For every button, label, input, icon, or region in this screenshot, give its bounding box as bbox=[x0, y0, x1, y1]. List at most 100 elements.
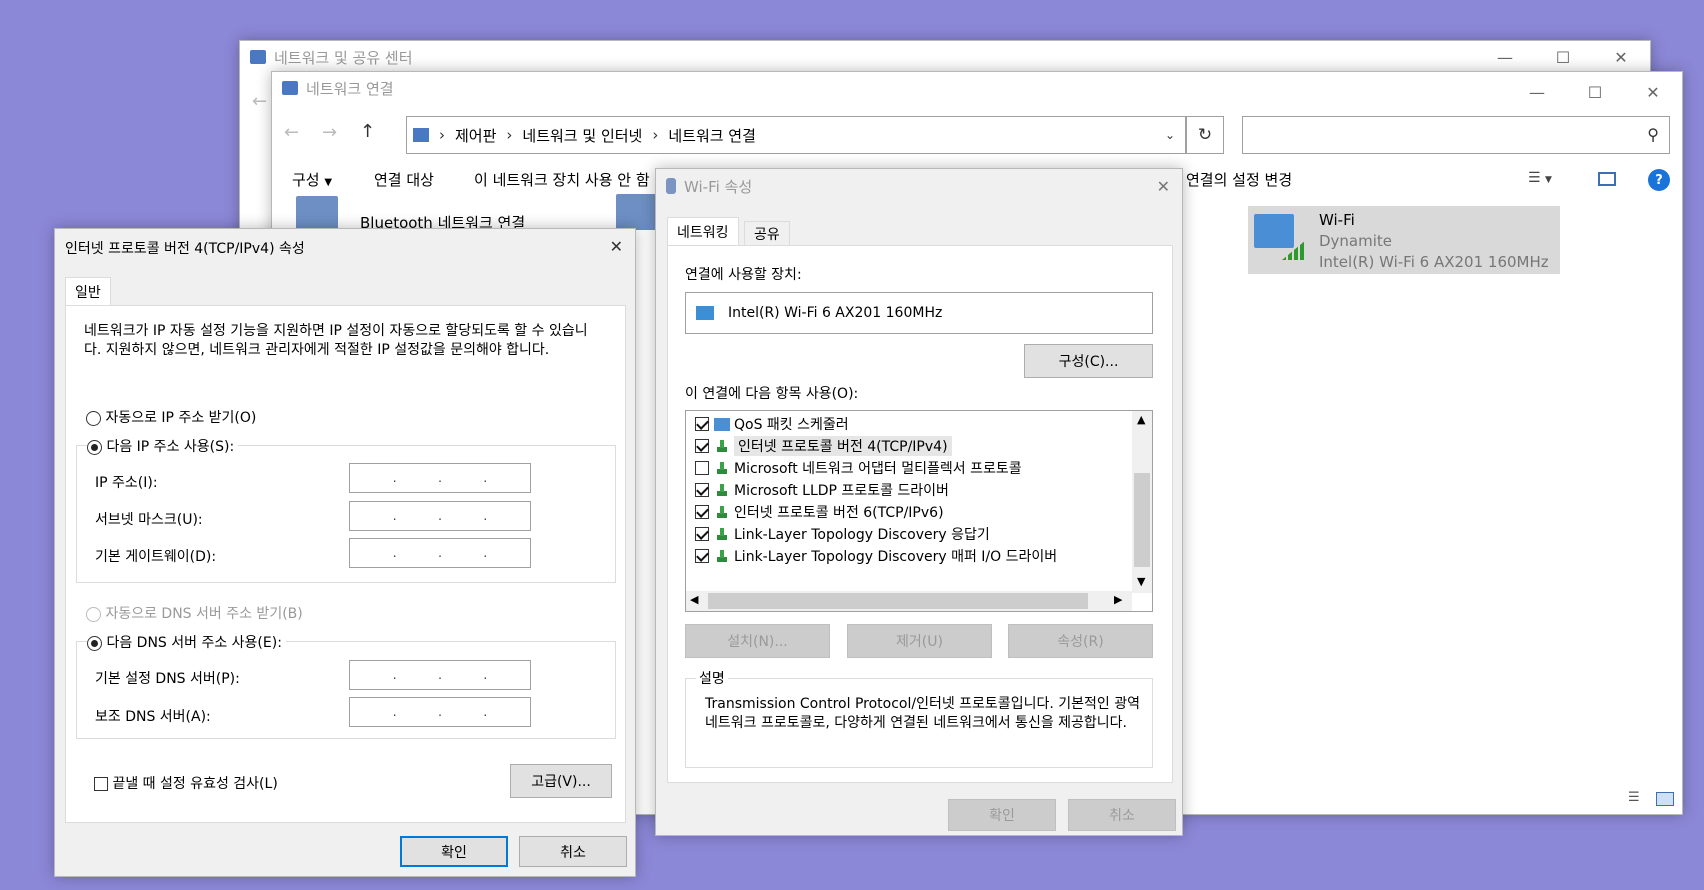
forward-button[interactable]: → bbox=[322, 122, 337, 143]
wifi-adapter[interactable]: Wi-Fi Dynamite Intel(R) Wi-Fi 6 AX201 16… bbox=[1248, 206, 1560, 274]
close-icon[interactable]: ✕ bbox=[1157, 177, 1170, 196]
configure-button[interactable]: 구성(C)... bbox=[1024, 344, 1153, 378]
disable-device-button[interactable]: 이 네트워크 장치 사용 안 함 bbox=[474, 169, 654, 190]
scroll-left-arrow-icon[interactable]: ◀ bbox=[690, 593, 698, 606]
manual-ip-radio[interactable] bbox=[87, 439, 102, 455]
cancel-button[interactable]: 취소 bbox=[1068, 799, 1176, 831]
list-item-label: 인터넷 프로토콜 버전 4(TCP/IPv4) bbox=[734, 436, 952, 456]
description-label: 설명 bbox=[696, 668, 728, 688]
subnet-mask-input[interactable]: ... bbox=[349, 501, 531, 531]
refresh-button[interactable]: ↻ bbox=[1186, 116, 1224, 154]
properties-button[interactable]: 속성(R) bbox=[1008, 624, 1153, 658]
primary-dns-input[interactable]: ... bbox=[349, 660, 531, 690]
breadcrumb-control-panel[interactable]: 제어판 bbox=[455, 125, 496, 146]
ip-address-input[interactable]: ... bbox=[349, 463, 531, 493]
chevron-down-icon[interactable]: ⌄ bbox=[1165, 128, 1175, 142]
details-view-icon[interactable]: ☰ bbox=[1628, 790, 1640, 805]
close-icon[interactable]: ✕ bbox=[610, 237, 623, 256]
validate-label: 끝낼 때 설정 유효성 검사(L) bbox=[112, 776, 278, 792]
auto-dns-option[interactable]: 자동으로 DNS 서버 주소 받기(B) bbox=[86, 603, 303, 623]
adapter-icon bbox=[616, 194, 656, 230]
advanced-button[interactable]: 고급(V)... bbox=[510, 764, 612, 798]
list-item-multiplexor[interactable]: Microsoft 네트워크 어댑터 멀티플렉서 프로토콜 bbox=[686, 457, 1132, 479]
auto-ip-option[interactable]: 자동으로 IP 주소 받기(O) bbox=[86, 407, 256, 427]
auto-dns-radio[interactable] bbox=[86, 606, 101, 622]
checkbox-ipv6[interactable] bbox=[695, 505, 709, 519]
checkbox-multiplexor[interactable] bbox=[695, 461, 709, 475]
items-label: 이 연결에 다음 항목 사용(O): bbox=[685, 386, 859, 402]
maximize-button[interactable]: ☐ bbox=[1566, 76, 1624, 108]
scroll-up-arrow-icon[interactable]: ▲ bbox=[1137, 413, 1145, 426]
network-center-title: 네트워크 및 공유 센터 bbox=[274, 48, 413, 67]
protocol-icon bbox=[714, 461, 730, 475]
list-item-lltd-responder[interactable]: Link-Layer Topology Discovery 응답기 bbox=[686, 523, 1132, 545]
manual-dns-option[interactable]: 다음 DNS 서버 주소 사용(E): bbox=[87, 632, 286, 652]
ipv4-properties-dialog: 인터넷 프로토콜 버전 4(TCP/IPv4) 속성 ✕ 일반 네트워크가 IP… bbox=[54, 228, 636, 877]
organize-label: 구성 bbox=[292, 171, 320, 189]
connect-to-button[interactable]: 연결 대상 bbox=[374, 169, 434, 190]
list-item-label: Microsoft 네트워크 어댑터 멀티플렉서 프로토콜 bbox=[734, 461, 1022, 477]
uninstall-button[interactable]: 제거(U) bbox=[847, 624, 992, 658]
horizontal-scrollbar[interactable]: ◀ ▶ bbox=[686, 591, 1132, 611]
manual-dns-group: 다음 DNS 서버 주소 사용(E): 기본 설정 DNS 서버(P): ...… bbox=[76, 632, 616, 739]
network-center-titlebar: 네트워크 및 공유 센터 bbox=[240, 41, 1650, 73]
checkbox-lltd-mapper[interactable] bbox=[695, 549, 709, 563]
close-button[interactable]: ✕ bbox=[1592, 41, 1650, 73]
up-button[interactable]: ↑ bbox=[360, 121, 375, 142]
address-bar[interactable]: › 제어판 › 네트워크 및 인터넷 › 네트워크 연결 ⌄ bbox=[406, 116, 1186, 154]
validate-option[interactable]: 끝낼 때 설정 유효성 검사(L) bbox=[94, 773, 278, 793]
chevron-right-icon: › bbox=[506, 126, 513, 144]
list-item-ipv4[interactable]: 인터넷 프로토콜 버전 4(TCP/IPv4) bbox=[686, 435, 1132, 457]
organize-menu[interactable]: 구성 ▼ bbox=[292, 169, 332, 190]
tab-networking[interactable]: 네트워킹 bbox=[667, 217, 739, 245]
list-item-ipv6[interactable]: 인터넷 프로토콜 버전 6(TCP/IPv6) bbox=[686, 501, 1132, 523]
close-button[interactable]: ✕ bbox=[1624, 76, 1682, 108]
chevron-right-icon: › bbox=[652, 126, 659, 144]
manual-ip-option[interactable]: 다음 IP 주소 사용(S): bbox=[87, 436, 239, 456]
install-button[interactable]: 설치(N)... bbox=[685, 624, 830, 658]
vertical-scrollbar[interactable]: ▲ ▼ bbox=[1132, 411, 1152, 593]
scrollbar-thumb[interactable] bbox=[1134, 473, 1150, 567]
breadcrumb-network-connections[interactable]: 네트워크 연결 bbox=[668, 125, 756, 146]
auto-ip-radio[interactable] bbox=[86, 410, 101, 426]
maximize-button[interactable]: ☐ bbox=[1534, 41, 1592, 73]
gateway-input[interactable]: ... bbox=[349, 538, 531, 568]
manual-dns-radio[interactable] bbox=[87, 635, 102, 651]
breadcrumb-network-internet[interactable]: 네트워크 및 인터넷 bbox=[522, 125, 642, 146]
checkbox-lldp[interactable] bbox=[695, 483, 709, 497]
view-options-icon[interactable]: ☰ ▼ bbox=[1528, 170, 1552, 186]
device-name: Intel(R) Wi-Fi 6 AX201 160MHz bbox=[728, 305, 943, 321]
tab-general[interactable]: 일반 bbox=[65, 277, 111, 305]
cancel-button[interactable]: 취소 bbox=[519, 836, 627, 867]
validate-checkbox[interactable] bbox=[94, 777, 108, 791]
tab-sharing[interactable]: 공유 bbox=[744, 221, 790, 245]
scroll-down-arrow-icon[interactable]: ▼ bbox=[1137, 575, 1145, 588]
alternate-dns-input[interactable]: ... bbox=[349, 697, 531, 727]
checkbox-lltd-responder[interactable] bbox=[695, 527, 709, 541]
minimize-button[interactable]: — bbox=[1476, 41, 1534, 73]
subnet-mask-label: 서브넷 마스크(U): bbox=[95, 512, 203, 528]
minimize-button[interactable]: — bbox=[1508, 76, 1566, 108]
ok-button[interactable]: 확인 bbox=[948, 799, 1056, 831]
list-item-lldp[interactable]: Microsoft LLDP 프로토콜 드라이버 bbox=[686, 479, 1132, 501]
large-icons-view-icon[interactable] bbox=[1656, 792, 1674, 806]
list-item-qos[interactable]: QoS 패킷 스케줄러 bbox=[686, 413, 1132, 435]
back-arrow-icon[interactable]: ← bbox=[252, 91, 267, 112]
back-button[interactable]: ← bbox=[284, 122, 299, 143]
change-settings-button[interactable]: 연결의 설정 변경 bbox=[1186, 169, 1292, 190]
scroll-right-arrow-icon[interactable]: ▶ bbox=[1114, 593, 1122, 606]
checkbox-ipv4[interactable] bbox=[695, 439, 709, 453]
ip-address-label: IP 주소(I): bbox=[95, 475, 158, 491]
list-item-lltd-mapper[interactable]: Link-Layer Topology Discovery 매퍼 I/O 드라이… bbox=[686, 545, 1132, 567]
scrollbar-thumb[interactable] bbox=[708, 593, 1088, 609]
control-panel-icon bbox=[413, 128, 429, 142]
checkbox-qos[interactable] bbox=[695, 417, 709, 431]
search-input[interactable]: ⚲ bbox=[1242, 116, 1670, 154]
manual-ip-group: 다음 IP 주소 사용(S): IP 주소(I): ... 서브넷 마스크(U)… bbox=[76, 436, 616, 583]
help-icon[interactable]: ? bbox=[1648, 169, 1670, 191]
preview-pane-icon[interactable] bbox=[1598, 172, 1616, 186]
ok-button[interactable]: 확인 bbox=[400, 836, 508, 867]
protocol-icon bbox=[714, 439, 730, 453]
dropdown-arrow-icon: ▼ bbox=[324, 177, 333, 188]
wifi-device-name: Intel(R) Wi-Fi 6 AX201 160MHz bbox=[1319, 253, 1549, 271]
